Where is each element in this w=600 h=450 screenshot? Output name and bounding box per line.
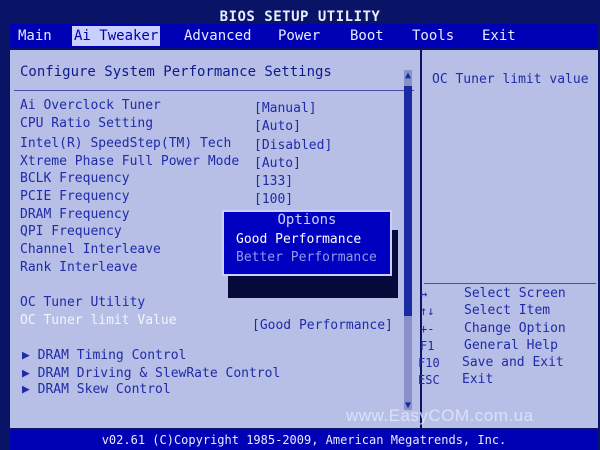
setting-value[interactable]: [133] bbox=[254, 174, 293, 190]
heading-divider bbox=[14, 90, 414, 91]
submenu-dram-skew[interactable]: ▶ DRAM Skew Control bbox=[22, 382, 171, 398]
setting-channel-interleave[interactable]: Channel Interleave bbox=[20, 242, 161, 258]
setting-oc-tuner-utility[interactable]: OC Tuner Utility bbox=[20, 295, 145, 311]
menu-main[interactable]: Main bbox=[16, 26, 54, 46]
setting-value-oc-tuner-limit[interactable]: [Good Performance] bbox=[252, 318, 393, 334]
help-panel bbox=[422, 50, 598, 428]
submenu-dram-timing[interactable]: ▶ DRAM Timing Control bbox=[22, 348, 186, 364]
submenu-dram-driving[interactable]: ▶ DRAM Driving & SlewRate Control bbox=[22, 366, 280, 382]
key-plus-minus: +- bbox=[420, 322, 435, 336]
panel-heading: Configure System Performance Settings bbox=[20, 64, 332, 80]
key-desc: Select Screen bbox=[464, 286, 566, 301]
menu-exit[interactable]: Exit bbox=[480, 26, 518, 46]
setting-value[interactable]: [Auto] bbox=[254, 119, 301, 135]
setting-value[interactable]: [Disabled] bbox=[254, 138, 332, 154]
key-desc: Save and Exit bbox=[462, 355, 564, 370]
key-arrows-ud: ↑↓ bbox=[420, 304, 435, 318]
setting-value[interactable]: [Auto] bbox=[254, 156, 301, 172]
watermark-text: www.EasyCOM.com.ua bbox=[346, 406, 534, 425]
popup-title: Options bbox=[277, 212, 337, 228]
option-good-performance[interactable]: Good Performance bbox=[236, 232, 361, 248]
scrollbar-thumb[interactable] bbox=[404, 86, 412, 316]
setting-rank-interleave[interactable]: Rank Interleave bbox=[20, 260, 137, 276]
setting-value[interactable]: [100] bbox=[254, 192, 293, 208]
menu-ai-tweaker[interactable]: Ai Tweaker bbox=[72, 26, 161, 46]
setting-ai-overclock-tuner[interactable]: Ai Overclock Tuner bbox=[20, 98, 161, 114]
setting-cpu-ratio[interactable]: CPU Ratio Setting bbox=[20, 116, 153, 132]
setting-xtreme-phase[interactable]: Xtreme Phase Full Power Mode bbox=[20, 154, 239, 170]
setting-dram-frequency[interactable]: DRAM Frequency bbox=[20, 207, 130, 223]
key-f1: F1 bbox=[420, 339, 435, 353]
scroll-up-arrow-icon[interactable]: ▲ bbox=[401, 70, 415, 82]
options-popup: Options Good Performance Better Performa… bbox=[222, 210, 392, 276]
setting-pcie-frequency[interactable]: PCIE Frequency bbox=[20, 189, 130, 205]
help-text: OC Tuner limit value bbox=[432, 72, 589, 87]
setting-bclk-frequency[interactable]: BCLK Frequency bbox=[20, 171, 130, 187]
key-esc: ESC bbox=[418, 373, 440, 387]
setting-speedstep[interactable]: Intel(R) SpeedStep(TM) Tech bbox=[20, 136, 231, 152]
key-desc: Exit bbox=[462, 372, 494, 387]
menu-boot[interactable]: Boot bbox=[348, 26, 386, 46]
option-better-performance[interactable]: Better Performance bbox=[236, 250, 377, 266]
setting-oc-tuner-limit[interactable]: OC Tuner limit Value bbox=[20, 313, 177, 329]
setting-value[interactable]: [Manual] bbox=[254, 101, 317, 117]
menu-tools[interactable]: Tools bbox=[410, 26, 456, 46]
key-desc: Select Item bbox=[464, 303, 551, 318]
key-arrows-lr: ↔ bbox=[420, 287, 428, 301]
menu-advanced[interactable]: Advanced bbox=[182, 26, 253, 46]
setting-qpi-frequency[interactable]: QPI Frequency bbox=[20, 224, 122, 240]
menu-power[interactable]: Power bbox=[276, 26, 322, 46]
menu-bar: Main Ai Tweaker Advanced Power Boot Tool… bbox=[10, 24, 598, 48]
key-desc: Change Option bbox=[464, 321, 566, 336]
copyright-footer: v02.61 (C)Copyright 1985-2009, American … bbox=[10, 430, 598, 450]
key-desc: General Help bbox=[464, 338, 558, 353]
help-divider bbox=[424, 283, 596, 284]
key-f10: F10 bbox=[418, 356, 440, 370]
